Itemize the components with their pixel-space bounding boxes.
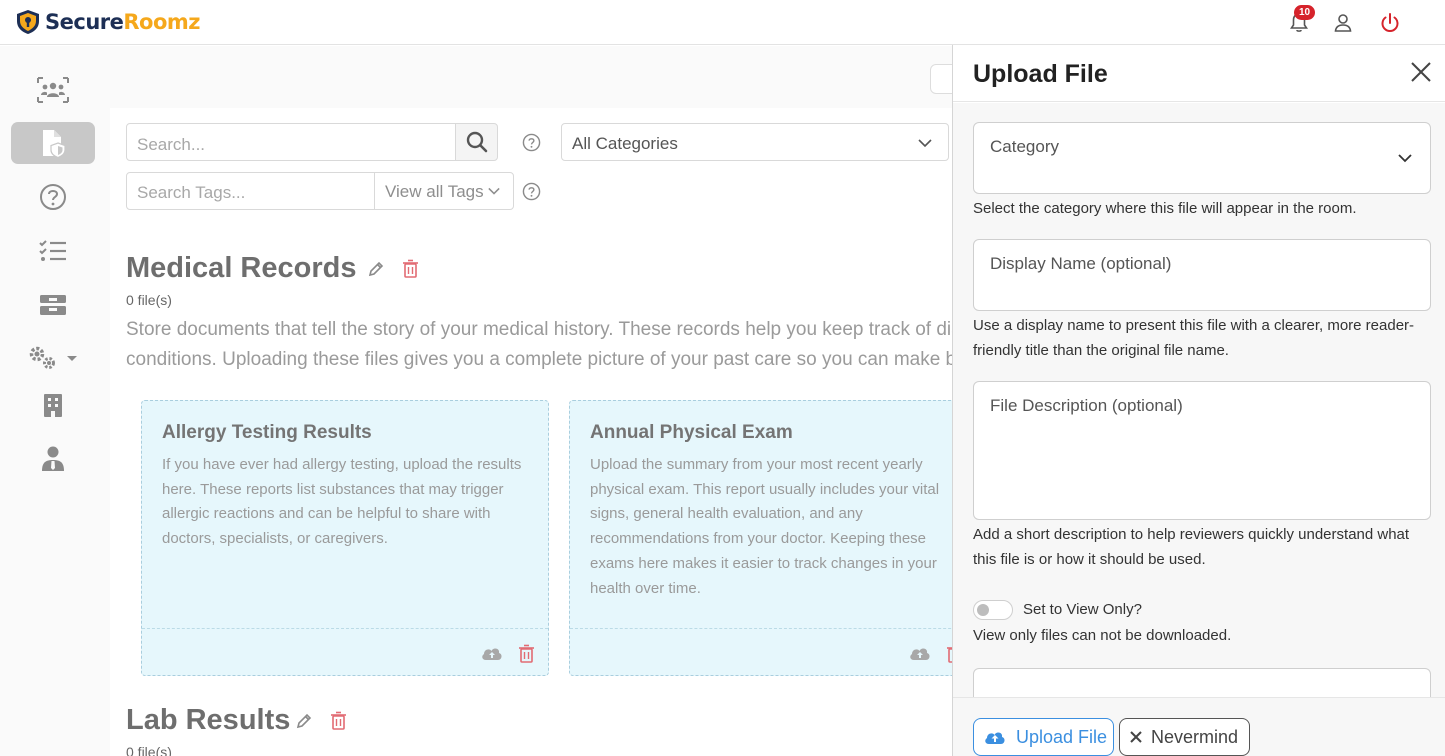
- card-description: Upload the summary from your most recent…: [590, 456, 940, 597]
- display-name-input[interactable]: Display Name (optional): [973, 239, 1431, 311]
- category-filter-select[interactable]: All Categories: [561, 123, 949, 161]
- sidebar-item-settings[interactable]: [11, 337, 95, 379]
- file-description-textarea[interactable]: File Description (optional): [973, 381, 1431, 520]
- sidebar-item-members[interactable]: [11, 69, 95, 111]
- view-only-toggle[interactable]: [973, 600, 1013, 620]
- building-icon: [44, 394, 62, 417]
- trash-icon[interactable]: [402, 259, 419, 278]
- top-bar: SecureRoomz 10: [0, 0, 1445, 45]
- section-file-count: 0 file(s): [126, 292, 172, 308]
- category-help-text: Select the category where this file will…: [973, 200, 1357, 217]
- edit-pencil-icon[interactable]: [367, 260, 385, 278]
- user-tie-icon: [42, 446, 64, 471]
- notification-badge: 10: [1294, 5, 1316, 20]
- checklist-icon: [39, 240, 66, 261]
- main-area: Search... All Categories Search Tags... …: [0, 46, 952, 756]
- placeholder-card[interactable]: Annual Physical Exam Upload the summary …: [569, 400, 952, 676]
- cloud-upload-icon[interactable]: [481, 645, 503, 661]
- panel-header: Upload File: [953, 45, 1445, 102]
- view-only-help-text: View only files can not be downloaded.: [973, 627, 1232, 644]
- logo-text-roomz: Roomz: [123, 10, 201, 34]
- view-all-tags-dropdown[interactable]: View all Tags: [374, 172, 514, 210]
- file-shield-icon: [43, 130, 66, 159]
- section-description: Store documents that tell the story of y…: [126, 319, 952, 370]
- search-icon: [466, 131, 487, 153]
- sidebar-item-profile[interactable]: [11, 437, 95, 479]
- upload-file-panel: Upload File Category Select the category…: [952, 45, 1445, 756]
- shield-lock-icon: [17, 10, 39, 34]
- card-footer: [570, 628, 952, 675]
- power-icon[interactable]: [1378, 11, 1402, 35]
- view-only-label: Set to View Only?: [1023, 601, 1142, 618]
- gears-icon: [29, 346, 77, 369]
- sidebar-item-files[interactable]: [11, 122, 95, 164]
- question-circle-icon: [40, 184, 66, 210]
- upload-file-button[interactable]: Upload File: [973, 718, 1114, 756]
- chevron-down-icon: [488, 187, 501, 195]
- sidebar-item-building[interactable]: [11, 384, 95, 426]
- logo-text-secure: Secure: [45, 10, 124, 34]
- file-drop-zone[interactable]: [973, 668, 1431, 697]
- trash-icon[interactable]: [330, 711, 347, 730]
- room-action-button[interactable]: [930, 64, 952, 94]
- nevermind-button[interactable]: Nevermind: [1119, 718, 1250, 756]
- section-file-count: 0 file(s): [126, 744, 172, 756]
- placeholder-card[interactable]: Allergy Testing Results If you have ever…: [141, 400, 549, 676]
- card-title: Annual Physical Exam: [590, 422, 793, 443]
- sidebar-item-checklist[interactable]: [11, 230, 95, 272]
- card-description: If you have ever had allergy testing, up…: [162, 456, 522, 548]
- cloud-upload-icon: [985, 732, 1005, 744]
- sidebar-item-inbox[interactable]: [11, 284, 95, 326]
- section-title: Lab Results: [126, 704, 291, 736]
- panel-body: Category Select the category where this …: [953, 103, 1445, 697]
- cloud-upload-icon[interactable]: [909, 645, 931, 661]
- tags-search-input[interactable]: Search Tags...: [126, 172, 376, 210]
- panel-footer: Upload File Nevermind: [953, 697, 1445, 756]
- logo[interactable]: SecureRoomz: [14, 8, 201, 36]
- user-icon[interactable]: [1331, 11, 1355, 35]
- description-help-text: Add a short description to help reviewer…: [973, 526, 1410, 568]
- display-name-help-text: Use a display name to present this file …: [973, 317, 1415, 359]
- chevron-down-icon: [1398, 154, 1412, 163]
- help-circle-icon[interactable]: [522, 182, 541, 201]
- panel-title: Upload File: [973, 60, 1108, 88]
- room-content: Search... All Categories Search Tags... …: [110, 108, 952, 756]
- trash-icon[interactable]: [518, 644, 535, 663]
- chevron-down-icon: [918, 139, 932, 148]
- search-button[interactable]: [455, 123, 498, 161]
- close-icon[interactable]: [1409, 60, 1433, 84]
- inbox-icon: [40, 295, 66, 315]
- sidebar: [0, 46, 110, 756]
- section-title: Medical Records: [126, 252, 357, 284]
- category-select[interactable]: Category: [973, 122, 1431, 194]
- sidebar-item-help[interactable]: [11, 176, 95, 218]
- help-circle-icon[interactable]: [522, 133, 541, 152]
- card-footer: [142, 628, 548, 675]
- search-input[interactable]: Search...: [126, 123, 472, 161]
- users-group-icon: [37, 77, 69, 103]
- card-title: Allergy Testing Results: [162, 422, 372, 443]
- edit-pencil-icon[interactable]: [295, 712, 313, 730]
- close-icon: [1130, 731, 1142, 743]
